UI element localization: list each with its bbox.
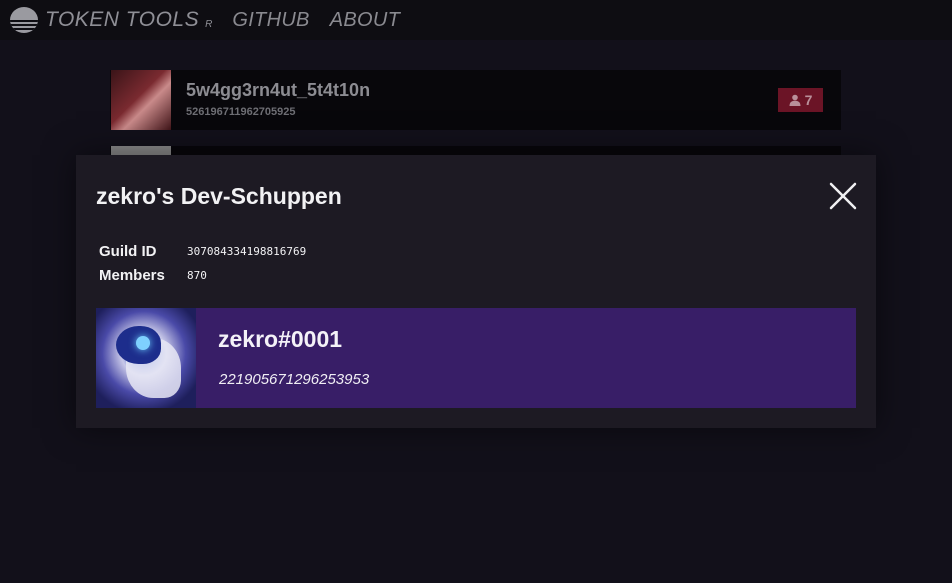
guild-info: Guild ID 307084334198816769 Members 870 <box>99 239 306 287</box>
members-label: Members <box>99 266 165 284</box>
guild-list-item[interactable]: 5w4gg3rn4ut_5t4t10n 526196711962705925 7 <box>110 70 841 130</box>
logo-icon <box>10 7 38 33</box>
logo-sub: R <box>205 18 213 30</box>
guild-id-label: Guild ID <box>99 242 157 260</box>
guild-details-modal: zekro's Dev-Schuppen Guild ID 3070843341… <box>76 155 876 428</box>
member-count-badge: 7 <box>778 88 823 112</box>
guild-avatar <box>111 70 171 130</box>
nav-about[interactable]: ABOUT <box>330 9 400 32</box>
guild-id-value: 307084334198816769 <box>187 244 307 258</box>
owner-id: 221905671296253953 <box>219 371 370 388</box>
nav-links: GITHUB ABOUT <box>232 9 420 32</box>
members-row: Members 870 <box>99 263 306 287</box>
members-value: 870 <box>187 268 207 282</box>
owner-tag: zekro#0001 <box>218 326 343 352</box>
logo-text: TOKEN TOOLS <box>45 8 200 31</box>
close-icon[interactable] <box>828 181 858 211</box>
member-count: 7 <box>804 92 813 108</box>
person-icon <box>789 94 801 106</box>
owner-avatar <box>96 308 196 408</box>
guild-id: 526196711962705925 <box>186 106 296 118</box>
modal-title: zekro's Dev-Schuppen <box>96 183 342 209</box>
guild-name: 5w4gg3rn4ut_5t4t10n <box>186 80 371 100</box>
owner-card[interactable]: zekro#0001 221905671296253953 <box>96 308 856 408</box>
nav-github[interactable]: GITHUB <box>232 9 309 32</box>
logo[interactable]: TOKEN TOOLS R <box>10 7 212 33</box>
top-nav: TOKEN TOOLS R GITHUB ABOUT <box>0 0 952 40</box>
guild-id-row: Guild ID 307084334198816769 <box>99 239 306 263</box>
